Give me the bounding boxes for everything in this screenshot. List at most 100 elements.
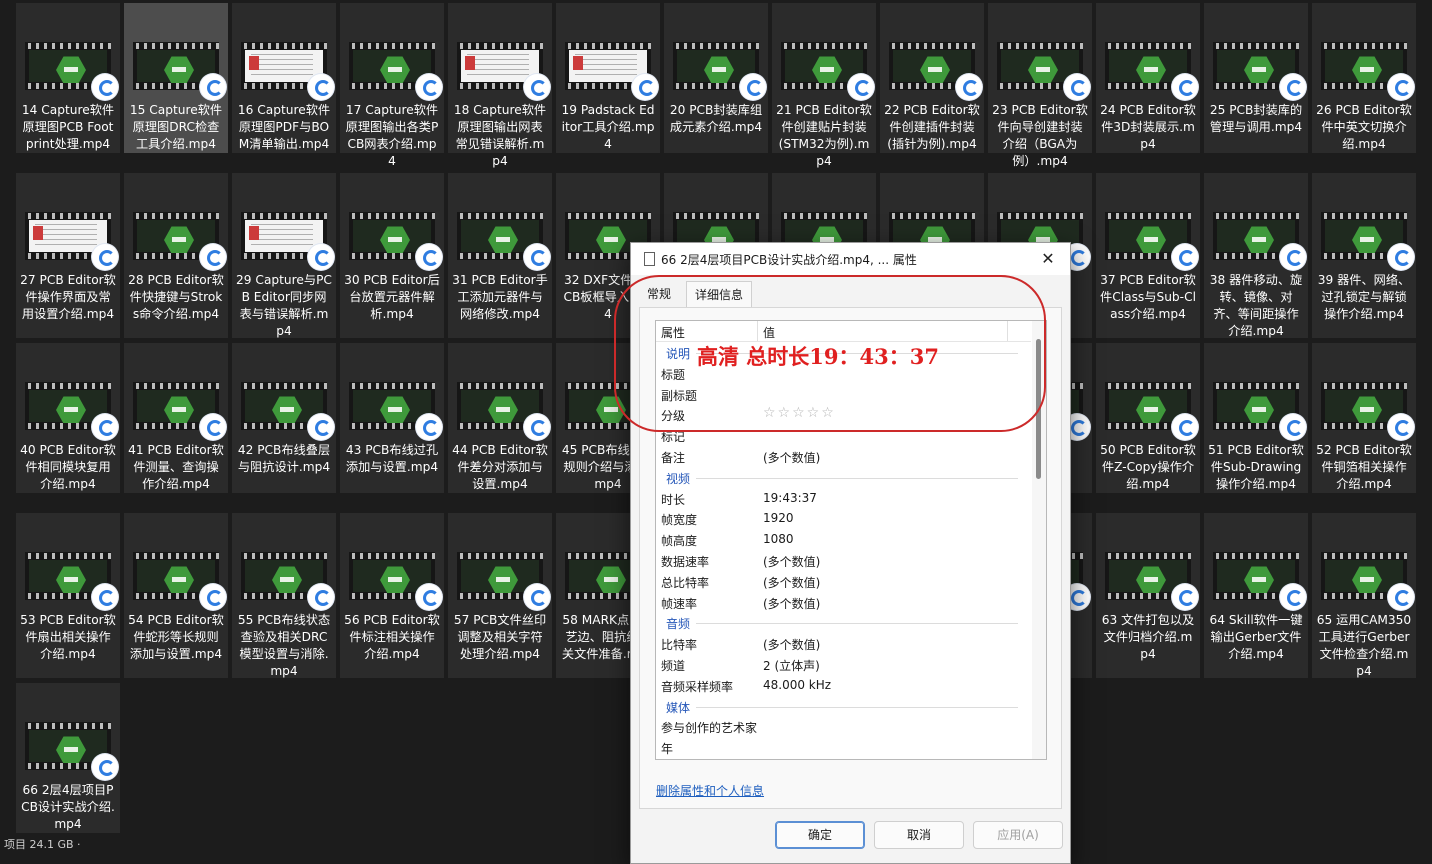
file-tile[interactable]: 64 Skill软件一键输出Gerber文件介绍.mp4 — [1204, 513, 1308, 678]
property-group-header[interactable]: 视频 — [656, 467, 1032, 487]
file-tile[interactable]: 54 PCB Editor软件蛇形等长规则添加与设置.mp4 — [124, 513, 228, 678]
logo-hexagon-icon — [1136, 566, 1166, 594]
file-tile[interactable]: 41 PCB Editor软件测量、查询操作介绍.mp4 — [124, 343, 228, 493]
file-tile[interactable]: 20 PCB封装库组成元素介绍.mp4 — [664, 3, 768, 153]
logo-hexagon-icon — [1352, 226, 1382, 254]
dialog-title: 66 2层4层项目PCB设计实战介绍.mp4, ... 属性 — [661, 253, 917, 267]
logo-hexagon-icon — [272, 566, 302, 594]
property-row[interactable]: 帧宽度 1920 — [656, 508, 1032, 528]
file-tile[interactable]: 44 PCB Editor软件差分对添加与设置.mp4 — [448, 343, 552, 493]
file-tile[interactable]: 29 Capture与PCB Editor同步网表与错误解析.mp4 — [232, 173, 336, 338]
file-tile[interactable]: 22 PCB Editor软件创建插件封装(插针为例).mp4 — [880, 3, 984, 153]
file-tile[interactable]: 28 PCB Editor软件快捷键与Stroks命令介绍.mp4 — [124, 173, 228, 338]
property-row[interactable]: 年 — [656, 737, 1032, 757]
logo-hexagon-icon — [380, 396, 410, 424]
property-key: 帧速率 — [661, 596, 698, 611]
file-tile[interactable]: 57 PCB文件丝印调整及相关字符处理介绍.mp4 — [448, 513, 552, 678]
file-tile[interactable]: 50 PCB Editor软件Z-Copy操作介绍.mp4 — [1096, 343, 1200, 493]
file-tile[interactable]: 52 PCB Editor软件铜箔相关操作介绍.mp4 — [1312, 343, 1416, 493]
property-row[interactable]: 时长 19:43:37 — [656, 488, 1032, 508]
sync-status-icon — [92, 584, 118, 610]
file-name-label: 39 器件、网络、过孔锁定与解锁操作介绍.mp4 — [1317, 273, 1411, 321]
property-row[interactable]: 帧速率 (多个数值) — [656, 592, 1032, 612]
sync-status-icon — [416, 244, 442, 270]
sync-status-icon — [308, 74, 334, 100]
file-tile[interactable]: 65 运用CAM350工具进行Gerber文件检查介绍.mp4 — [1312, 513, 1416, 678]
file-tile[interactable]: 55 PCB布线状态查验及相关DRC模型设置与消除.mp4 — [232, 513, 336, 678]
file-tile[interactable]: 39 器件、网络、过孔锁定与解锁操作介绍.mp4 — [1312, 173, 1416, 338]
sync-status-icon — [416, 74, 442, 100]
property-row[interactable]: 比特率 (多个数值) — [656, 633, 1032, 653]
file-tile[interactable]: 16 Capture软件原理图PDF与BOM清单输出.mp4 — [232, 3, 336, 153]
file-tile[interactable]: 56 PCB Editor软件标注相关操作介绍.mp4 — [340, 513, 444, 678]
apply-button[interactable]: 应用(A) — [973, 821, 1063, 849]
property-group-header[interactable]: 音频 — [656, 612, 1032, 632]
annotation-text: 高清 总时长19：43：37 — [697, 344, 939, 369]
property-row[interactable]: 帧高度 1080 — [656, 529, 1032, 549]
property-key: 数据速率 — [661, 555, 710, 569]
file-name-label: 63 文件打包以及文件归档介绍.mp4 — [1101, 613, 1195, 661]
property-row[interactable]: 总比特率 (多个数值) — [656, 571, 1032, 591]
sync-status-icon — [1388, 584, 1414, 610]
property-value: (多个数值) — [763, 596, 821, 611]
file-tile[interactable]: 66 2层4层项目PCB设计实战介绍.mp4 — [16, 683, 120, 833]
file-tile[interactable]: 17 Capture软件原理图输出各类PCB网表介绍.mp4 — [340, 3, 444, 168]
file-tile[interactable]: 14 Capture软件原理图PCB Footprint处理.mp4 — [16, 3, 120, 153]
file-tile[interactable]: 15 Capture软件原理图DRC检查工具介绍.mp4 — [124, 3, 228, 153]
cancel-button[interactable]: 取消 — [874, 821, 964, 849]
logo-hexagon-icon — [1244, 56, 1274, 84]
file-tile[interactable]: 30 PCB Editor后台放置元器件解析.mp4 — [340, 173, 444, 338]
file-tile[interactable]: 24 PCB Editor软件3D封装展示.mp4 — [1096, 3, 1200, 153]
property-row[interactable]: 参与创作的艺术家 — [656, 716, 1032, 736]
logo-hexagon-icon — [1136, 226, 1166, 254]
file-name-label: 44 PCB Editor软件差分对添加与设置.mp4 — [452, 443, 548, 491]
logo-hexagon-icon — [812, 56, 842, 84]
file-tile[interactable]: 19 Padstack Editor工具介绍.mp4 — [556, 3, 660, 153]
ok-button[interactable]: 确定 — [775, 821, 865, 849]
sync-status-icon — [1172, 414, 1198, 440]
file-tile[interactable]: 42 PCB布线叠层与阻抗设计.mp4 — [232, 343, 336, 493]
file-tile[interactable]: 37 PCB Editor软件Class与Sub-Class介绍.mp4 — [1096, 173, 1200, 338]
dialog-titlebar[interactable]: 66 2层4层项目PCB设计实战介绍.mp4, ... 属性 ✕ — [631, 243, 1070, 275]
file-tile[interactable]: 53 PCB Editor软件扇出相关操作介绍.mp4 — [16, 513, 120, 678]
property-row[interactable]: 音频采样频率 48.000 kHz — [656, 675, 1032, 695]
logo-hexagon-icon — [1244, 226, 1274, 254]
file-tile[interactable]: 31 PCB Editor手工添加元器件与网络修改.mp4 — [448, 173, 552, 338]
sync-status-icon — [524, 414, 550, 440]
file-name-label: 21 PCB Editor软件创建贴片封装(STM32为例).mp4 — [776, 103, 872, 168]
property-row[interactable]: 频道 2 (立体声) — [656, 654, 1032, 674]
logo-hexagon-icon — [596, 226, 626, 254]
property-key: 年 — [661, 742, 674, 757]
file-tile[interactable]: 63 文件打包以及文件归档介绍.mp4 — [1096, 513, 1200, 678]
property-key: 音频 — [666, 617, 691, 632]
close-icon[interactable]: ✕ — [1036, 247, 1060, 271]
file-tile[interactable]: 21 PCB Editor软件创建贴片封装(STM32为例).mp4 — [772, 3, 876, 168]
file-tile[interactable]: 40 PCB Editor软件相同模块复用介绍.mp4 — [16, 343, 120, 493]
file-tile[interactable]: 43 PCB布线过孔添加与设置.mp4 — [340, 343, 444, 493]
file-tile[interactable]: 25 PCB封装库的管理与调用.mp4 — [1204, 3, 1308, 153]
remove-properties-link[interactable]: 删除属性和个人信息 — [656, 782, 764, 799]
logo-hexagon-icon — [1244, 396, 1274, 424]
file-tile[interactable]: 26 PCB Editor软件中英文切换介绍.mp4 — [1312, 3, 1416, 153]
file-tile[interactable]: 51 PCB Editor软件Sub-Drawing操作介绍.mp4 — [1204, 343, 1308, 493]
file-name-label: 42 PCB布线叠层与阻抗设计.mp4 — [237, 443, 331, 474]
sync-status-icon — [1172, 74, 1198, 100]
property-row[interactable]: 备注 (多个数值) — [656, 446, 1032, 466]
file-name-label: 18 Capture软件原理图输出网表常见错误解析.mp4 — [453, 103, 547, 168]
file-name-label: 54 PCB Editor软件蛇形等长规则添加与设置.mp4 — [128, 613, 224, 661]
property-group-header[interactable]: 媒体 — [656, 696, 1032, 716]
property-value: 48.000 kHz — [763, 677, 832, 692]
file-tile[interactable]: 18 Capture软件原理图输出网表常见错误解析.mp4 — [448, 3, 552, 168]
file-name-label: 22 PCB Editor软件创建插件封装(插针为例).mp4 — [884, 103, 980, 151]
file-tile[interactable]: 23 PCB Editor软件向导创建封装介绍（BGA为例）.mp4 — [988, 3, 1092, 168]
file-name-label: 52 PCB Editor软件铜箔相关操作介绍.mp4 — [1316, 443, 1412, 491]
file-tile[interactable]: 38 器件移动、旋转、镜像、对齐、等间距操作介绍.mp4 — [1204, 173, 1308, 338]
file-name-label: 26 PCB Editor软件中英文切换介绍.mp4 — [1316, 103, 1412, 151]
file-tile[interactable]: 27 PCB Editor软件操作界面及常用设置介绍.mp4 — [16, 173, 120, 338]
file-name-label: 43 PCB布线过孔添加与设置.mp4 — [345, 443, 439, 474]
property-row[interactable]: 数据速率 (多个数值) — [656, 550, 1032, 570]
file-name-label: 27 PCB Editor软件操作界面及常用设置介绍.mp4 — [20, 273, 116, 321]
file-name-label: 29 Capture与PCB Editor同步网表与错误解析.mp4 — [236, 273, 332, 338]
sync-status-icon — [1172, 584, 1198, 610]
sync-status-icon — [416, 584, 442, 610]
